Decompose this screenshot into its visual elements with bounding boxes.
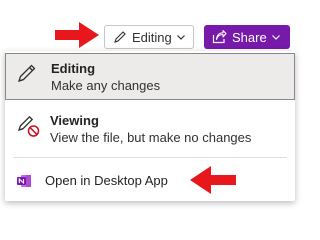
pencil-icon [114, 31, 126, 43]
menu-item-description: View the file, but make no changes [50, 130, 252, 145]
menu-divider [13, 157, 287, 158]
editing-mode-button[interactable]: Editing [104, 25, 194, 49]
editing-mode-label: Editing [132, 29, 172, 45]
onenote-icon [17, 175, 31, 187]
share-label: Share [232, 29, 267, 45]
share-icon [212, 30, 227, 44]
pencil-icon [17, 64, 36, 83]
chevron-down-icon [271, 35, 280, 40]
no-edit-icon [17, 115, 40, 137]
open-in-desktop-app-item[interactable]: Open in Desktop App [5, 163, 295, 197]
menu-item-viewing[interactable]: Viewing View the file, but make no chang… [5, 105, 295, 153]
menu-item-title: Viewing [50, 113, 99, 128]
annotation-arrow-icon [190, 166, 236, 194]
top-toolbar: Editing Share [0, 0, 300, 52]
annotation-arrow-icon [55, 22, 99, 48]
menu-item-description: Make any changes [51, 78, 161, 93]
open-in-desktop-app-label: Open in Desktop App [45, 173, 168, 188]
menu-item-title: Editing [51, 61, 96, 76]
share-button[interactable]: Share [204, 25, 290, 49]
editing-mode-menu: Editing Make any changes Viewing View th… [5, 51, 295, 201]
menu-item-editing[interactable]: Editing Make any changes [5, 53, 295, 100]
chevron-down-icon [176, 35, 185, 40]
